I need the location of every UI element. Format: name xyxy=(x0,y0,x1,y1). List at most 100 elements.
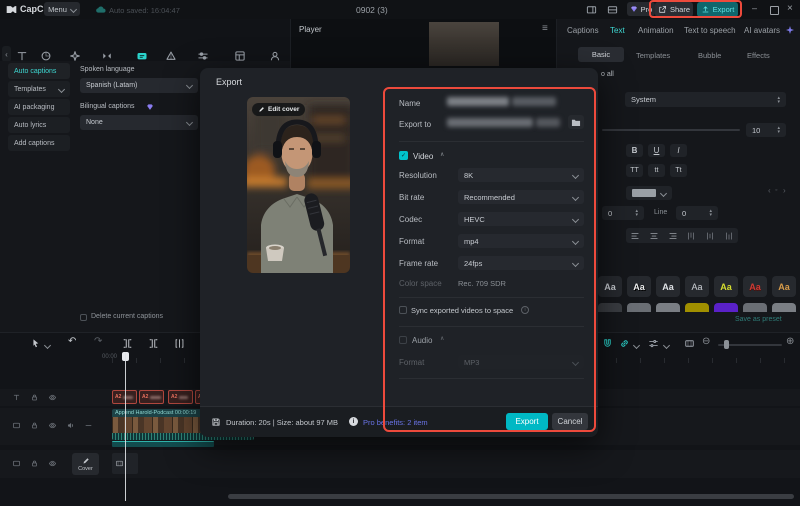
preset-style-1[interactable]: Aa xyxy=(598,276,622,297)
subtab-bubble[interactable]: Bubble xyxy=(698,51,721,60)
font-size-box[interactable]: 10 ▴▾ xyxy=(746,123,786,137)
subtab-basic[interactable]: Basic xyxy=(578,47,624,62)
letter-spacing-box[interactable]: 0 ▴▾ xyxy=(602,206,644,220)
save-as-preset-link[interactable]: Save as preset xyxy=(735,316,782,323)
titlecase-button[interactable]: Tt xyxy=(670,164,687,177)
player-menu-icon[interactable]: ≡ xyxy=(542,23,548,34)
valign-middle-icon[interactable] xyxy=(705,231,715,241)
preset-style-2[interactable]: Aa xyxy=(627,276,651,297)
export-to-value-redacted[interactable] xyxy=(447,118,533,127)
preset-stub[interactable] xyxy=(772,303,796,312)
preset-style-6[interactable]: Aa xyxy=(743,276,767,297)
export-confirm-button[interactable]: Export xyxy=(506,413,548,430)
sync-checkbox[interactable] xyxy=(399,306,407,314)
subtab-templates[interactable]: Templates xyxy=(636,51,670,60)
preset-stub[interactable] xyxy=(685,303,709,312)
browse-folder-button[interactable] xyxy=(568,115,584,129)
undo-icon[interactable]: ↶ xyxy=(68,336,76,347)
layout-preview-icon[interactable] xyxy=(585,4,598,15)
pro-badge[interactable]: Pro xyxy=(627,2,655,16)
preset-style-3[interactable]: Aa xyxy=(656,276,680,297)
preset-style-7[interactable]: Aa xyxy=(772,276,796,297)
stepper-icon[interactable]: ▴▾ xyxy=(777,96,780,104)
playhead-line[interactable] xyxy=(125,352,126,501)
video-checkbox[interactable]: ✓ xyxy=(399,151,408,160)
line-spacing-box[interactable]: 0 ▴▾ xyxy=(676,206,718,220)
zoom-out-icon[interactable]: ⊖ xyxy=(702,336,710,347)
redo-icon[interactable]: ↷ xyxy=(94,336,102,347)
eye-icon[interactable] xyxy=(48,459,57,468)
tab-captions[interactable]: Captions xyxy=(567,26,599,35)
zoom-in-icon[interactable]: ⊕ xyxy=(786,336,794,347)
track-options-icon[interactable] xyxy=(648,338,659,349)
nav-auto-lyrics[interactable]: Auto lyrics xyxy=(8,117,70,133)
font-size-slider[interactable] xyxy=(602,129,740,131)
select-tool-icon[interactable] xyxy=(30,338,41,349)
bilingual-captions-select[interactable]: None xyxy=(80,115,198,130)
caption-clip[interactable]: A2 xyxy=(139,390,164,404)
close-icon[interactable]: × xyxy=(787,3,793,14)
preset-carousel-right-icon[interactable]: › xyxy=(783,186,786,195)
bitrate-select[interactable]: Recommended xyxy=(458,190,584,204)
align-right-icon[interactable] xyxy=(668,231,678,241)
text-color-select[interactable] xyxy=(626,186,672,200)
subtab-effects[interactable]: Effects xyxy=(747,51,770,60)
preset-carousel-left-icon[interactable]: ‹ xyxy=(768,186,771,195)
preset-stub[interactable] xyxy=(598,303,622,312)
more-icon[interactable] xyxy=(84,421,93,430)
timeline-zoom-knob[interactable] xyxy=(724,340,729,349)
magnet-icon[interactable] xyxy=(602,338,613,349)
export-to-value-redacted[interactable] xyxy=(536,118,560,127)
tab-text[interactable]: Text xyxy=(610,26,625,35)
tab-text-to-speech[interactable]: Text to speech xyxy=(684,26,736,35)
nav-auto-captions[interactable]: Auto captions xyxy=(8,63,70,79)
layout-panels-icon[interactable] xyxy=(606,4,619,15)
caption-clip[interactable]: A2 xyxy=(168,390,193,404)
stepper-icon[interactable]: ▴▾ xyxy=(635,209,638,217)
preset-style-4[interactable]: Aa xyxy=(685,276,709,297)
link-icon[interactable] xyxy=(619,338,630,349)
preset-stub[interactable] xyxy=(714,303,738,312)
stepper-icon[interactable]: ▴▾ xyxy=(709,209,712,217)
lock-icon[interactable] xyxy=(30,459,39,468)
split-left-icon[interactable] xyxy=(122,338,133,349)
collapse-panel-button[interactable]: ‹ xyxy=(2,46,11,62)
collapse-audio-icon[interactable]: ∧ xyxy=(440,335,444,342)
menu-button[interactable]: Menu xyxy=(44,2,80,16)
underline-button[interactable]: U xyxy=(648,144,665,157)
italic-button[interactable]: I xyxy=(670,144,687,157)
tab-ai-avatars[interactable]: AI avatars xyxy=(744,26,780,35)
name-value-redacted[interactable] xyxy=(512,97,556,106)
chevron-down-icon[interactable] xyxy=(663,342,670,349)
framerate-select[interactable]: 24fps xyxy=(458,256,584,270)
cover-button[interactable]: Cover xyxy=(72,453,99,475)
codec-select[interactable]: HEVC xyxy=(458,212,584,226)
maximize-icon[interactable] xyxy=(770,6,779,15)
cancel-button[interactable]: Cancel xyxy=(552,413,588,430)
align-left-icon[interactable] xyxy=(630,231,640,241)
preset-stub[interactable] xyxy=(743,303,767,312)
preset-stub[interactable] xyxy=(656,303,680,312)
chevron-down-icon[interactable] xyxy=(44,342,51,349)
chevron-down-icon[interactable] xyxy=(633,342,640,349)
lock-icon[interactable] xyxy=(30,421,39,430)
minimize-icon[interactable]: – xyxy=(752,3,757,13)
resolution-select[interactable]: 8K xyxy=(458,168,584,182)
stepper-icon[interactable]: ▴▾ xyxy=(777,126,780,134)
eye-icon[interactable] xyxy=(48,393,57,402)
nav-add-captions[interactable]: Add captions xyxy=(8,135,70,151)
format-select[interactable]: mp4 xyxy=(458,234,584,248)
preset-stub[interactable] xyxy=(627,303,651,312)
tab-animation[interactable]: Animation xyxy=(638,26,674,35)
align-center-icon[interactable] xyxy=(649,231,659,241)
linked-audio-bar[interactable] xyxy=(112,441,214,447)
nav-templates[interactable]: Templates xyxy=(8,81,70,97)
split-right-icon[interactable] xyxy=(174,338,185,349)
lowercase-button[interactable]: tt xyxy=(648,164,665,177)
font-family-select[interactable]: System ▴▾ xyxy=(625,92,786,107)
spoken-language-select[interactable]: Spanish (Latam) xyxy=(80,78,198,93)
eye-icon[interactable] xyxy=(48,421,57,430)
nav-ai-packaging[interactable]: AI packaging xyxy=(8,99,70,115)
share-button[interactable]: Share xyxy=(655,2,693,17)
export-button-top[interactable]: Export xyxy=(697,2,738,17)
